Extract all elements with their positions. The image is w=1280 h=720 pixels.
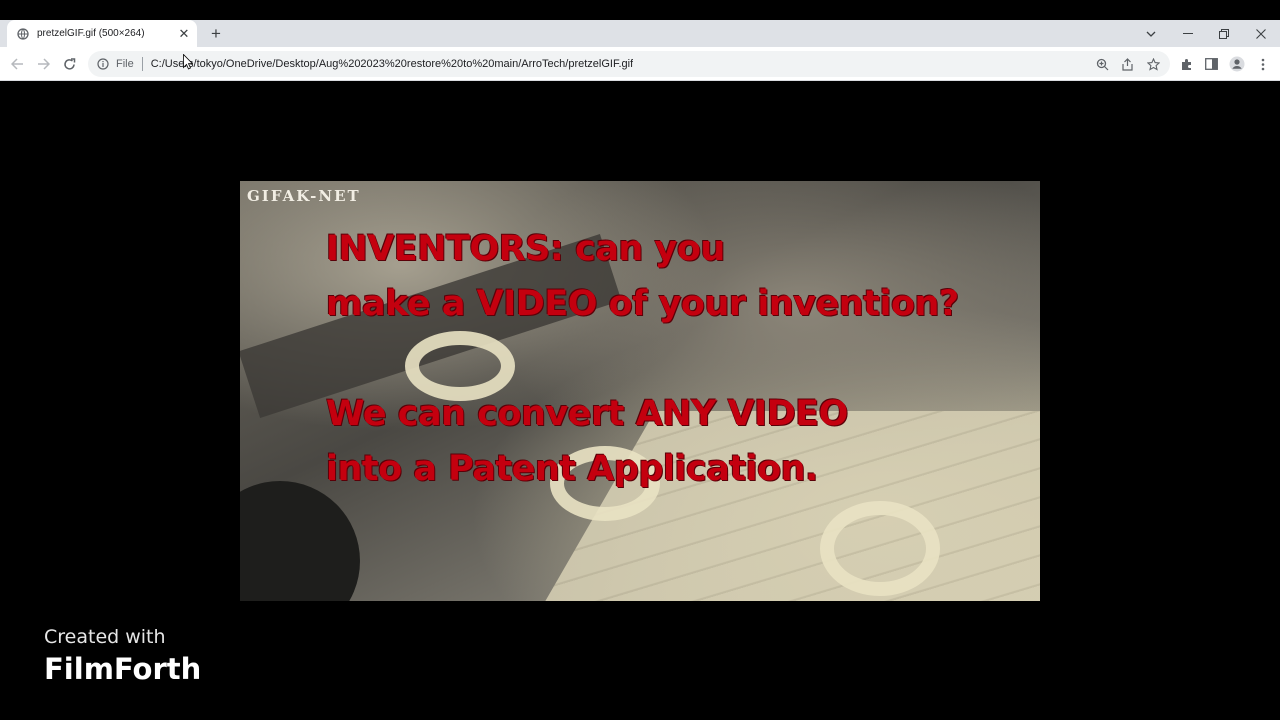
share-icon[interactable] bbox=[1119, 56, 1135, 72]
tab-bar: pretzelGIF.gif (500×264) ✕ + bbox=[0, 20, 1280, 47]
site-info-icon[interactable] bbox=[96, 57, 110, 71]
pretzel-gif-image: GIFAK-NET INVENTORS: can you make a VIDE… bbox=[240, 181, 1040, 601]
tab-pretzel-gif[interactable]: pretzelGIF.gif (500×264) ✕ bbox=[7, 20, 197, 47]
menu-kebab-icon[interactable] bbox=[1251, 52, 1275, 76]
profile-avatar-icon[interactable] bbox=[1225, 52, 1249, 76]
pretzel-decor bbox=[820, 501, 940, 596]
gif-text-line-1: INVENTORS: can you bbox=[326, 229, 725, 269]
mouse-cursor-icon bbox=[183, 54, 193, 70]
tab-title: pretzelGIF.gif (500×264) bbox=[37, 28, 145, 39]
screen-top-strip bbox=[0, 0, 1280, 20]
forward-button[interactable] bbox=[31, 52, 55, 76]
bookmark-star-icon[interactable] bbox=[1145, 56, 1161, 72]
gif-watermark: GIFAK-NET bbox=[247, 187, 361, 205]
minimize-button[interactable] bbox=[1170, 20, 1206, 47]
side-panel-icon[interactable] bbox=[1199, 52, 1223, 76]
gif-text-line-2: make a VIDEO of your invention? bbox=[326, 284, 959, 324]
new-tab-button[interactable]: + bbox=[206, 24, 226, 44]
url-text[interactable]: C:/Users/tokyo/OneDrive/Desktop/Aug%2020… bbox=[151, 58, 633, 70]
gif-text-line-4: into a Patent Application. bbox=[326, 449, 818, 489]
credit-filmforth-logo: FilmForth bbox=[44, 652, 202, 686]
close-tab-icon[interactable]: ✕ bbox=[177, 26, 191, 41]
reload-button[interactable] bbox=[57, 52, 81, 76]
restore-button[interactable] bbox=[1206, 20, 1242, 47]
close-window-button[interactable] bbox=[1243, 20, 1279, 47]
roller-decor bbox=[240, 481, 360, 601]
zoom-icon[interactable] bbox=[1094, 56, 1110, 72]
address-bar[interactable]: File C:/Users/tokyo/OneDrive/Desktop/Aug… bbox=[88, 51, 1170, 77]
globe-icon bbox=[17, 27, 29, 40]
tab-search-chevron-icon[interactable] bbox=[1133, 20, 1169, 47]
pretzel-decor bbox=[405, 331, 515, 401]
address-separator bbox=[141, 57, 143, 71]
extensions-icon[interactable] bbox=[1174, 52, 1198, 76]
credit-created-with: Created with bbox=[44, 626, 166, 648]
back-button[interactable] bbox=[5, 52, 29, 76]
scheme-label: File bbox=[116, 58, 134, 70]
gif-text-line-3: We can convert ANY VIDEO bbox=[326, 394, 848, 434]
